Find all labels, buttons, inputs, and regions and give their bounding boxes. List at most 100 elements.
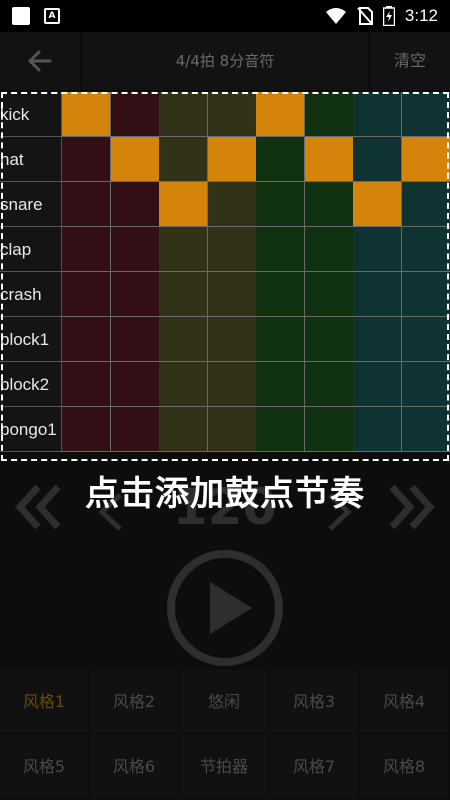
step-cell[interactable] (159, 407, 208, 452)
step-cell[interactable] (256, 182, 305, 227)
step-cell[interactable] (401, 317, 450, 362)
step-cell-active[interactable] (207, 137, 257, 182)
step-cell[interactable] (159, 272, 208, 317)
step-cell[interactable] (62, 317, 111, 362)
step-cell[interactable] (353, 407, 402, 452)
status-system-icons: 3:12 (325, 4, 438, 28)
step-cell[interactable] (256, 272, 305, 317)
back-button[interactable] (0, 32, 80, 90)
step-cell-active[interactable] (401, 137, 450, 182)
step-cell[interactable] (207, 362, 257, 407)
play-button[interactable] (165, 548, 285, 668)
step-cell[interactable] (110, 92, 160, 137)
step-cell[interactable] (110, 182, 160, 227)
step-cell[interactable] (353, 317, 402, 362)
step-cell[interactable] (353, 92, 402, 137)
row-label: block1 (0, 317, 62, 362)
grid-row-crash: crash (0, 272, 450, 317)
step-cell[interactable] (304, 92, 354, 137)
style-button-10[interactable]: 风格8 (360, 735, 448, 798)
sequencer-grid-area: kick hat snare clap crash block1 block2 bongo1 (0, 92, 450, 461)
step-cell[interactable] (256, 137, 305, 182)
step-cell-active[interactable] (159, 182, 208, 227)
step-cell[interactable] (304, 407, 354, 452)
a-box-icon: A (44, 8, 60, 24)
row-label: hat (0, 137, 62, 182)
step-cell[interactable] (256, 227, 305, 272)
style-button-3[interactable]: 悠闲 (180, 670, 268, 733)
step-cell[interactable] (401, 272, 450, 317)
step-cell-active[interactable] (62, 92, 111, 137)
style-button-8[interactable]: 节拍器 (180, 735, 268, 798)
step-cell[interactable] (256, 407, 305, 452)
step-cell[interactable] (62, 407, 111, 452)
step-cell[interactable] (62, 362, 111, 407)
step-cell[interactable] (353, 362, 402, 407)
style-button-1[interactable]: 风格1 (0, 670, 88, 733)
step-cell[interactable] (159, 137, 208, 182)
step-cell[interactable] (159, 92, 208, 137)
step-cell[interactable] (207, 227, 257, 272)
step-cell[interactable] (110, 362, 160, 407)
square-icon (12, 7, 30, 25)
step-cell[interactable] (110, 407, 160, 452)
step-cell[interactable] (304, 317, 354, 362)
style-button-9[interactable]: 风格7 (270, 735, 358, 798)
arrow-left-icon (28, 50, 52, 72)
step-cell[interactable] (401, 407, 450, 452)
beat-title[interactable]: 4/4拍 8分音符 (82, 32, 368, 90)
step-cell[interactable] (62, 227, 111, 272)
step-cell[interactable] (304, 227, 354, 272)
step-cell-active[interactable] (110, 137, 160, 182)
top-bar: 4/4拍 8分音符 清空 (0, 32, 450, 90)
step-cell[interactable] (401, 92, 450, 137)
step-cell[interactable] (401, 362, 450, 407)
clear-button[interactable]: 清空 (370, 32, 450, 90)
battery-charging-icon (382, 6, 395, 26)
step-cell[interactable] (62, 182, 111, 227)
step-cell[interactable] (62, 272, 111, 317)
step-cell[interactable] (353, 137, 402, 182)
step-cell[interactable] (159, 317, 208, 362)
step-cell[interactable] (207, 92, 257, 137)
step-cell-active[interactable] (256, 92, 305, 137)
step-cell[interactable] (207, 407, 257, 452)
row-label: block2 (0, 362, 62, 407)
step-cell[interactable] (401, 227, 450, 272)
step-cell[interactable] (159, 362, 208, 407)
step-cell[interactable] (304, 362, 354, 407)
grid-row-block1: block1 (0, 317, 450, 362)
style-button-4[interactable]: 风格3 (270, 670, 358, 733)
row-label: bongo1 (0, 407, 62, 452)
grid-row-block2: block2 (0, 362, 450, 407)
step-cell-active[interactable] (304, 137, 354, 182)
wifi-icon (325, 8, 346, 24)
step-cell[interactable] (353, 272, 402, 317)
step-cell[interactable] (401, 182, 450, 227)
step-cell[interactable] (256, 362, 305, 407)
step-cell[interactable] (207, 182, 257, 227)
step-cell[interactable] (256, 317, 305, 362)
style-button-5[interactable]: 风格4 (360, 670, 448, 733)
status-bar: A 3:12 (0, 0, 450, 32)
step-cell[interactable] (62, 137, 111, 182)
style-button-7[interactable]: 风格6 (90, 735, 178, 798)
step-cell[interactable] (110, 227, 160, 272)
grid-row-kick: kick (0, 92, 450, 137)
step-cell[interactable] (353, 227, 402, 272)
style-grid: 风格1 风格2 悠闲 风格3 风格4 风格5 风格6 节拍器 风格7 风格8 (0, 670, 450, 800)
step-cell-active[interactable] (353, 182, 402, 227)
style-button-6[interactable]: 风格5 (0, 735, 88, 798)
step-cell[interactable] (207, 317, 257, 362)
step-cell[interactable] (304, 272, 354, 317)
step-cell[interactable] (110, 317, 160, 362)
row-label: crash (0, 272, 62, 317)
step-cell[interactable] (159, 227, 208, 272)
step-cell[interactable] (207, 272, 257, 317)
grid-row-snare: snare (0, 182, 450, 227)
grid-row-clap: clap (0, 227, 450, 272)
sequencer-grid: kick hat snare clap crash block1 block2 bongo1 (0, 92, 450, 461)
step-cell[interactable] (110, 272, 160, 317)
step-cell[interactable] (304, 182, 354, 227)
style-button-2[interactable]: 风格2 (90, 670, 178, 733)
